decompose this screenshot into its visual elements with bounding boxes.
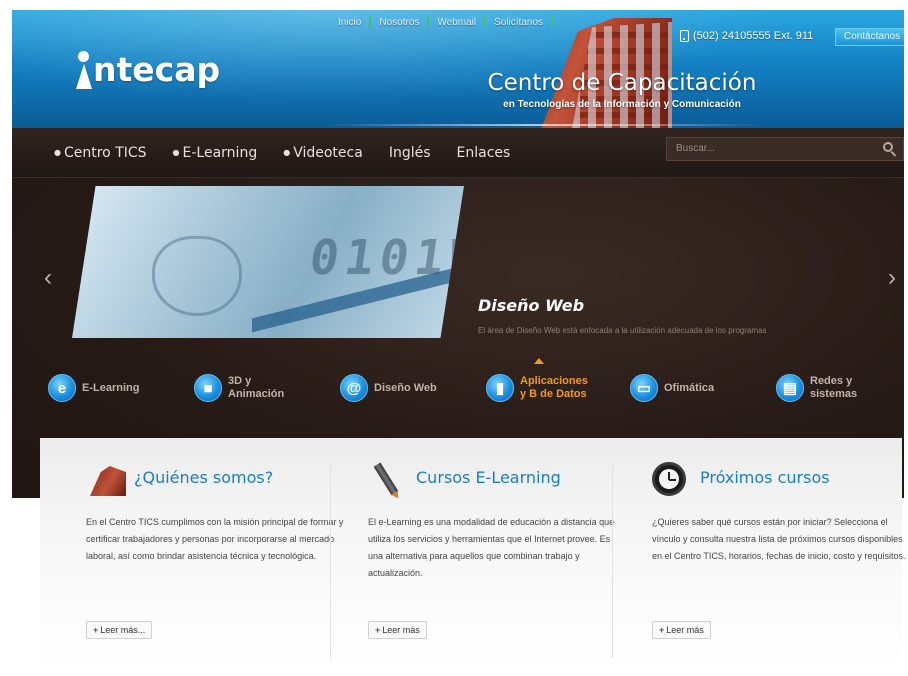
nav-item-label: Videoteca xyxy=(293,145,363,161)
read-more-label: Leer más xyxy=(382,625,420,635)
slide-caption-text: El área de Diseño Web está enfocada a la… xyxy=(478,326,767,335)
category-aplicaciones[interactable]: ▮ Aplicaciones y B de Datos xyxy=(486,374,588,402)
plus-icon: + xyxy=(659,625,665,635)
category-ofimatica[interactable]: ▭ Ofimática xyxy=(630,374,714,402)
plus-icon: + xyxy=(93,625,99,635)
bullet-icon: ● xyxy=(54,148,61,157)
category-label: Aplicaciones y B de Datos xyxy=(520,375,588,400)
network-icon: ▤ xyxy=(776,374,804,402)
mouse-graphic xyxy=(152,236,242,316)
pencil-icon xyxy=(368,462,408,498)
top-nav-divider xyxy=(551,16,554,28)
main-nav: ● Centro TICS ● E-Learning ● Videoteca Ingl… xyxy=(12,128,904,178)
bullet-icon: ● xyxy=(172,148,180,157)
nav-item-videoteca[interactable]: ● Videoteca xyxy=(283,145,363,161)
logo-i-icon xyxy=(76,51,92,89)
box-proximos-cursos: Próximos cursos ¿Quieres saber qué curso… xyxy=(652,462,908,660)
category-label: 3D y Animación xyxy=(228,375,285,400)
cube-icon: ■ xyxy=(194,374,222,402)
read-more-button[interactable]: + Leer más... xyxy=(86,621,153,639)
box-text: El e-Learning es una modalidad de educac… xyxy=(368,517,615,578)
box-quienes-somos: ¿Quiénes somos? En el Centro TICS cumpli… xyxy=(86,462,348,660)
category-e-learning[interactable]: e E-Learning xyxy=(48,374,139,402)
read-more-label: Leer más... xyxy=(100,625,146,635)
box-header: Próximos cursos xyxy=(652,462,908,498)
read-more-label: Leer más xyxy=(666,625,704,635)
read-more-button[interactable]: + Leer más xyxy=(652,621,711,639)
box-divider xyxy=(330,462,331,658)
category-bar: e E-Learning ■ 3D y Animación @ Diseño W… xyxy=(12,374,904,414)
slide-caption: Diseño Web El área de Diseño Web está en… xyxy=(478,296,766,335)
category-3d-animacion[interactable]: ■ 3D y Animación xyxy=(194,374,284,402)
category-diseno-web[interactable]: @ Diseño Web xyxy=(340,374,437,402)
box-text: En el Centro TICS cumplimos con la misió… xyxy=(86,517,344,561)
header-divider xyxy=(324,124,764,126)
site-header: ntecap Inicio Nosotros Webmail Solicítan… xyxy=(12,10,904,128)
search-placeholder: Buscar... xyxy=(676,143,715,154)
box-title[interactable]: ¿Quiénes somos? xyxy=(134,468,273,487)
logo-text: ntecap xyxy=(93,50,221,89)
category-redes[interactable]: ▤ Redes y sistemas xyxy=(776,374,857,402)
slider-prev-icon[interactable]: ‹ xyxy=(44,264,52,292)
top-nav-solicitanos[interactable]: Solicítanos xyxy=(486,17,551,28)
read-more-button[interactable]: + Leer más xyxy=(368,621,427,639)
box-header: ¿Quiénes somos? xyxy=(86,462,348,498)
box-header: Cursos E-Learning xyxy=(368,462,630,498)
database-icon: ▮ xyxy=(486,374,514,402)
top-nav-inicio[interactable]: Inicio xyxy=(330,17,369,28)
at-icon: @ xyxy=(340,374,368,402)
phone-number: (502) 24105555 Ext. 911 xyxy=(693,30,814,42)
header-title-block: Centro de Capacitación en Tecnologías de… xyxy=(467,70,777,110)
category-label: Diseño Web xyxy=(374,381,437,394)
top-nav-webmail[interactable]: Webmail xyxy=(429,17,484,28)
phone-info: (502) 24105555 Ext. 911 xyxy=(680,30,813,42)
clock-icon xyxy=(652,462,692,498)
plus-icon: + xyxy=(375,625,381,635)
monitor-icon: ▭ xyxy=(630,374,658,402)
nav-item-label: Centro TICS xyxy=(63,145,147,161)
box-title[interactable]: Próximos cursos xyxy=(700,468,830,487)
box-divider xyxy=(612,462,613,658)
bullet-icon: ● xyxy=(283,148,291,157)
header-subtitle: en Tecnologías de la Información y Comun… xyxy=(503,99,741,110)
nav-item-e-learning[interactable]: ● E-Learning xyxy=(173,145,258,161)
box-text: ¿Quieres saber qué cursos están por inic… xyxy=(652,517,906,561)
elearning-icon: e xyxy=(48,374,76,402)
site-logo[interactable]: ntecap xyxy=(76,50,220,89)
building-icon xyxy=(86,462,126,498)
box-cursos-elearning: Cursos E-Learning El e-Learning es una m… xyxy=(368,462,630,660)
header-title: Centro de Capacitación xyxy=(487,70,757,96)
search-icon[interactable] xyxy=(883,142,897,157)
nav-item-enlaces[interactable]: Enlaces xyxy=(457,145,511,161)
slide-image-text: 0101W xyxy=(306,230,464,286)
phone-icon xyxy=(680,30,689,42)
top-nav: Inicio Nosotros Webmail Solicítanos xyxy=(330,16,554,28)
search-input[interactable]: Buscar... xyxy=(666,137,904,161)
nav-item-centro-tics[interactable]: ● Centro TICS xyxy=(54,145,147,161)
nav-item-label: E-Learning xyxy=(182,145,258,161)
top-nav-nosotros[interactable]: Nosotros xyxy=(371,17,427,28)
category-label: Redes y sistemas xyxy=(810,375,858,400)
slider-next-icon[interactable]: › xyxy=(888,264,896,292)
nav-menu: ● Centro TICS ● E-Learning ● Videoteca Ingl… xyxy=(54,145,510,161)
category-label: Ofimática xyxy=(664,381,715,394)
slide-caption-title: Diseño Web xyxy=(478,296,585,315)
contact-button[interactable]: Contáctanos xyxy=(835,28,904,46)
active-category-pointer xyxy=(534,358,544,364)
category-label: E-Learning xyxy=(82,381,140,394)
slide-image[interactable]: 0101W xyxy=(72,186,464,338)
box-title[interactable]: Cursos E-Learning xyxy=(416,468,561,487)
nav-item-ingles[interactable]: Inglés xyxy=(389,145,431,161)
